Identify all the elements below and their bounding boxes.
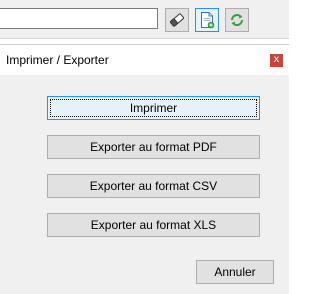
search-input[interactable]: [0, 8, 158, 29]
eraser-icon: [169, 12, 185, 28]
dialog-title: Imprimer / Exporter: [6, 53, 109, 67]
refresh-icon: [229, 12, 245, 28]
refresh-button[interactable]: [225, 8, 249, 32]
export-csv-button[interactable]: Exporter au format CSV: [47, 174, 260, 198]
print-button[interactable]: Imprimer: [47, 96, 260, 120]
eraser-button[interactable]: [165, 8, 189, 32]
cancel-button-label: Annuler: [214, 265, 256, 279]
screen: Imprimer / Exporter x Imprimer Exporter …: [0, 0, 289, 294]
export-button[interactable]: [195, 8, 219, 32]
export-xls-button[interactable]: Exporter au format XLS: [47, 213, 260, 237]
export-pdf-label: Exporter au format PDF: [90, 140, 217, 154]
cancel-button[interactable]: Annuler: [196, 260, 274, 284]
print-export-dialog: Imprimer / Exporter x Imprimer Exporter …: [0, 44, 289, 294]
export-xls-label: Exporter au format XLS: [90, 218, 217, 232]
dialog-header: Imprimer / Exporter x: [0, 45, 289, 75]
close-button[interactable]: x: [270, 54, 283, 67]
export-csv-label: Exporter au format CSV: [89, 179, 218, 193]
close-icon: x: [273, 54, 280, 65]
export-pdf-button[interactable]: Exporter au format PDF: [47, 135, 260, 159]
print-button-label: Imprimer: [129, 101, 178, 115]
toolbar: [0, 0, 289, 39]
export-document-icon: [199, 11, 215, 29]
